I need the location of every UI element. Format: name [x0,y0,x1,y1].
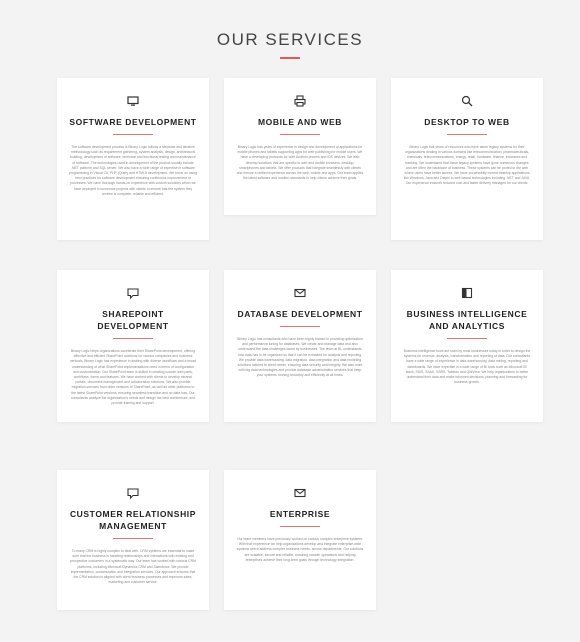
monitor-icon [126,94,140,108]
service-description: Binary Logic has consultants who have be… [237,337,363,378]
service-card-business-intelligence: BUSINESS INTELLIGENCE AND ANALYTICS Busi… [391,270,543,422]
service-card-database-development: DATABASE DEVELOPMENT Binary Logic has co… [224,270,376,422]
service-title: MOBILE AND WEB [257,117,343,127]
service-title: DESKTOP TO WEB [424,117,510,127]
printer-icon [293,94,307,108]
search-icon [460,94,474,108]
title-underline [113,134,153,135]
service-description: Our team members have previously worked … [236,537,364,562]
service-card-desktop-to-web: DESKTOP TO WEB Binary Logic has years of… [391,78,543,240]
service-card-mobile-and-web: MOBILE AND WEB Binary Logic has years of… [224,78,376,215]
service-card-customer-relationship-management: CUSTOMER RELATIONSHIP MANAGEMENT To many… [57,470,209,610]
service-card-sharepoint-development: SHAREPOINT DEVELOPMENT Binary Logic help… [57,270,209,422]
service-title: DATABASE DEVELOPMENT [237,309,363,319]
title-underline [113,338,153,339]
service-description: Binary Logic has years of experience in … [236,145,364,181]
service-card-enterprise: ENTERPRISE Our team members have previou… [224,470,376,610]
service-title: ENTERPRISE [269,509,331,519]
service-description: Binary Logic helps organizations acceler… [69,349,197,406]
title-underline [113,538,153,539]
service-title: BUSINESS INTELLIGENCE AND ANALYTICS [406,309,528,331]
service-description: To many CRM is highly complex to deal wi… [70,549,196,585]
mail-icon [293,486,307,500]
title-underline [280,134,320,135]
service-card-software-development: SOFTWARE DEVELOPMENT The software develo… [57,78,209,240]
service-title: SHAREPOINT DEVELOPMENT [97,309,169,331]
mail-icon [293,286,307,300]
title-underline [447,134,487,135]
service-description: The software development process is Bina… [69,145,197,196]
service-title: CUSTOMER RELATIONSHIP MANAGEMENT [69,509,197,531]
chat-icon [126,286,140,300]
service-description: Binary Logic has years of resources who … [403,145,531,186]
title-underline [447,338,487,339]
title-underline [280,326,320,327]
service-description: Business intelligence tools are used by … [403,349,531,385]
chat-icon [126,486,140,500]
columns-icon [460,286,474,300]
title-underline [280,526,320,527]
title-underline [280,57,300,59]
section-title: OUR SERVICES [216,30,364,49]
service-title: SOFTWARE DEVELOPMENT [69,117,197,127]
